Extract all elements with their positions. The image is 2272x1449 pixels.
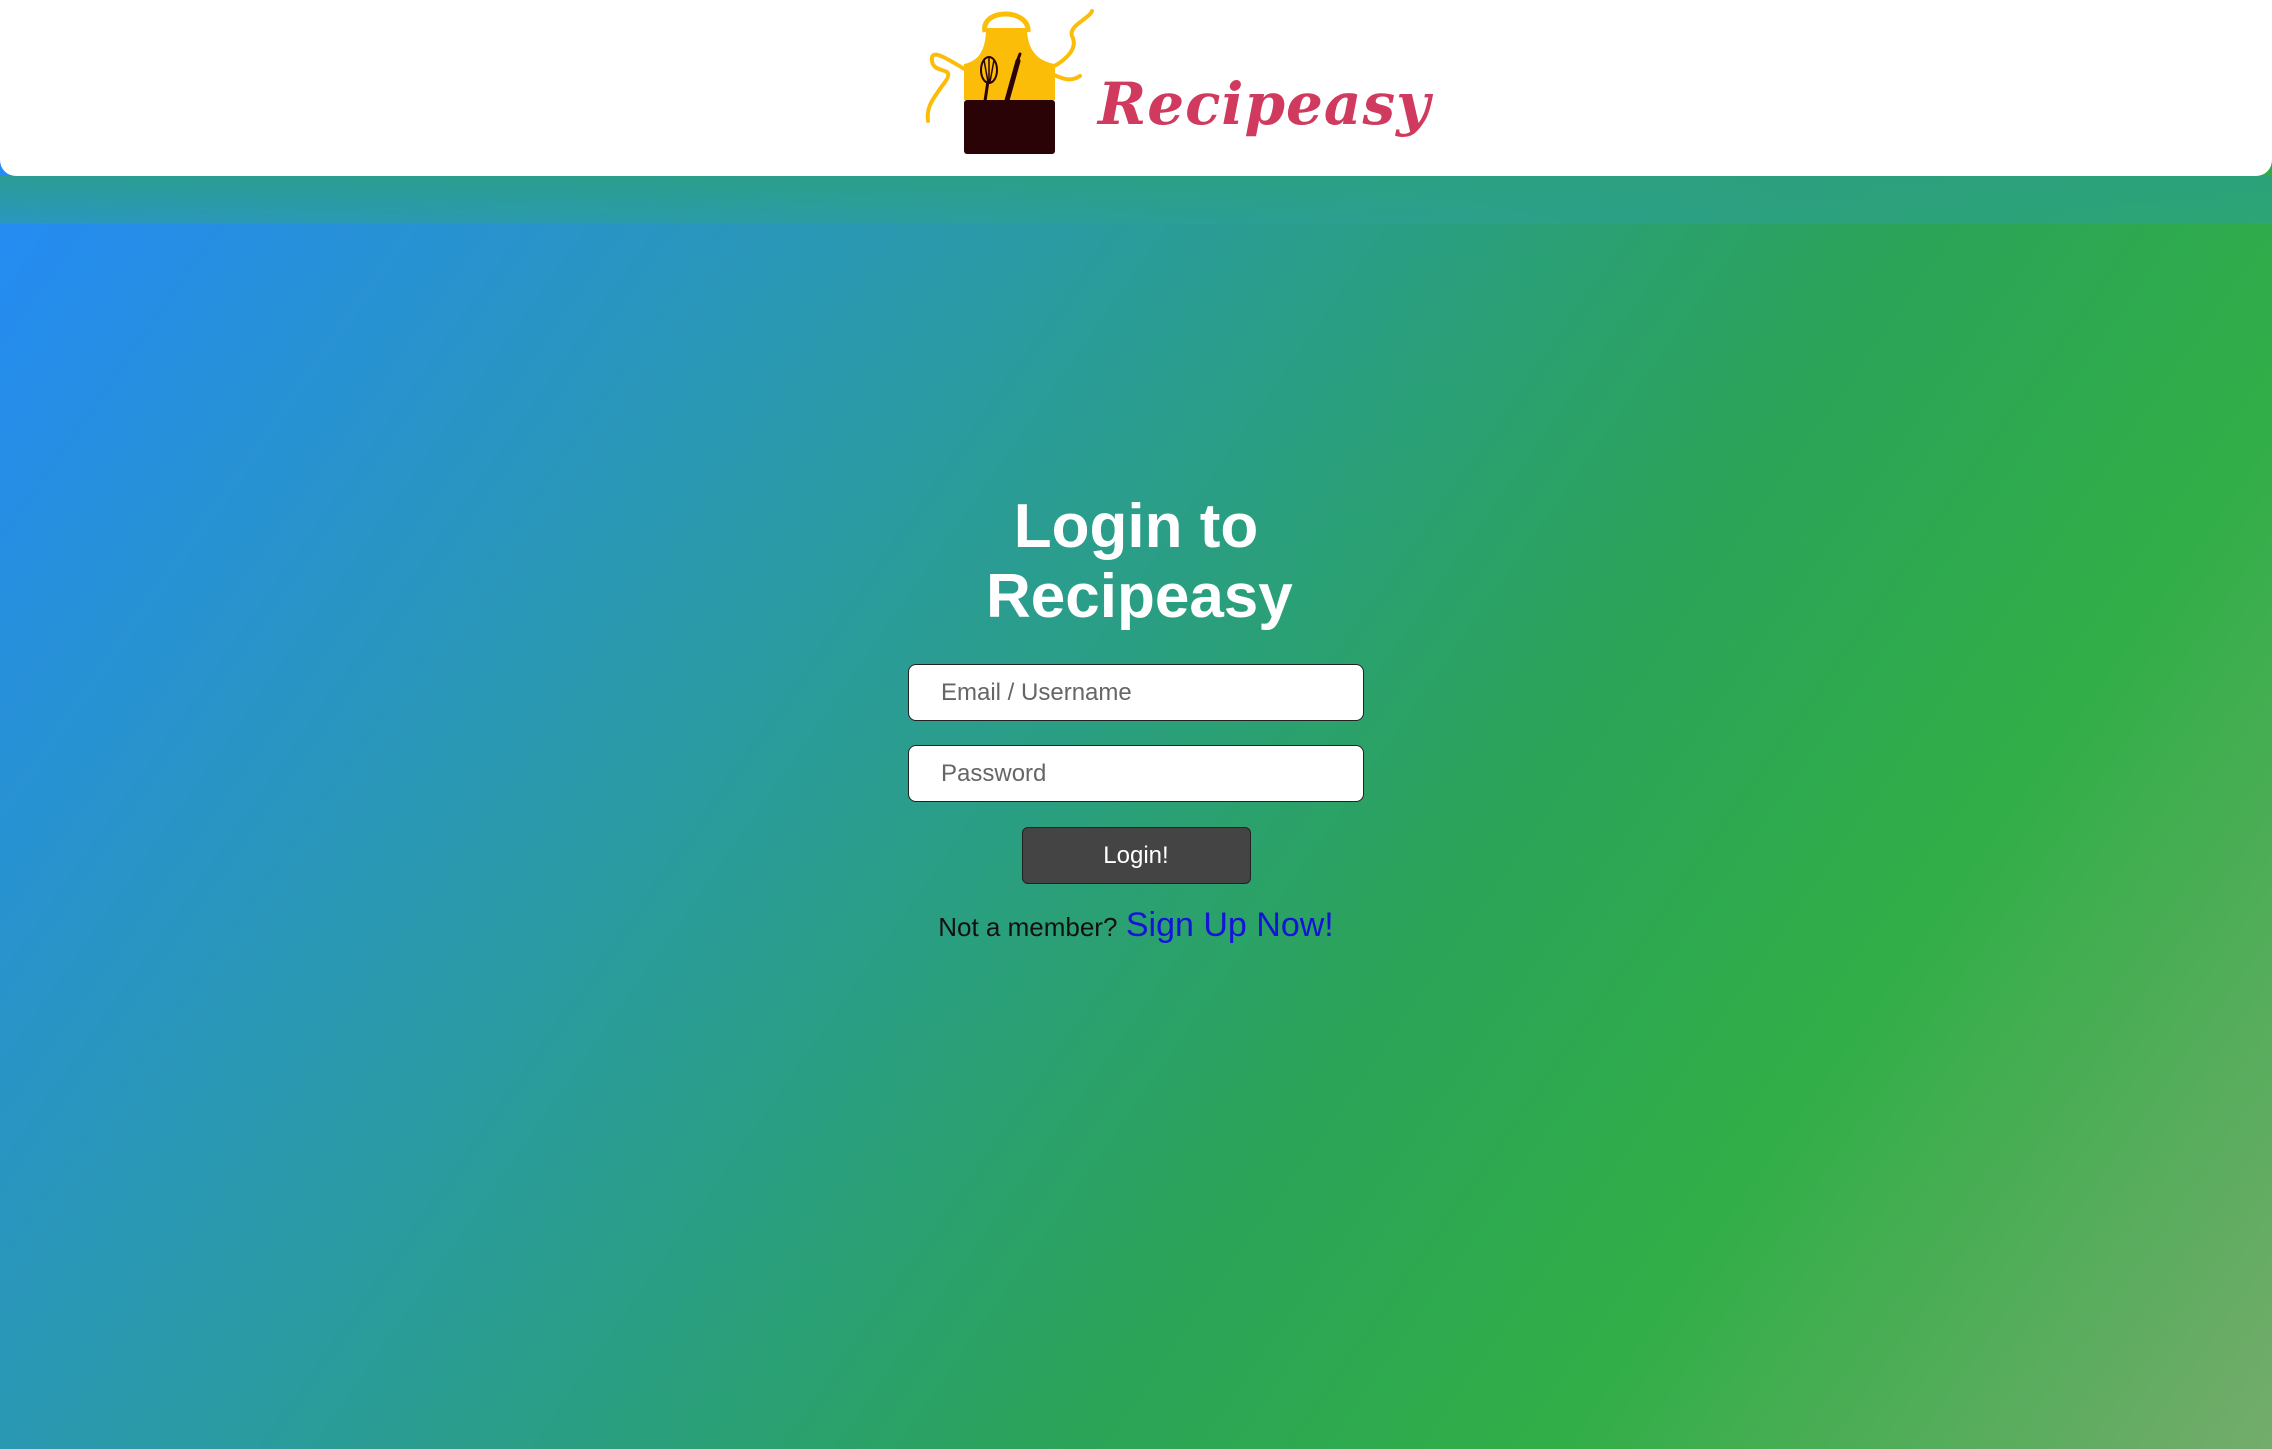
login-button[interactable]: Login!	[1021, 827, 1251, 884]
site-header: Recipeasy	[0, 0, 2272, 176]
signup-link[interactable]: Sign Up Now!	[1126, 906, 1334, 944]
brand-logo[interactable]: Recipeasy	[920, 6, 1430, 156]
page-title: Login to Recipeasy	[986, 492, 1293, 631]
password-input[interactable]	[908, 745, 1364, 802]
email-username-input[interactable]	[908, 664, 1364, 721]
signup-prompt: Not a member? Sign Up Now!	[908, 906, 1364, 945]
apron-icon	[925, 9, 1094, 154]
not-member-text: Not a member?	[938, 912, 1118, 942]
login-form: Login to Recipeasy Login! Not a member? …	[908, 492, 1364, 945]
brand-name: Recipeasy	[1098, 70, 1431, 138]
header-shadow-strip	[0, 176, 2272, 224]
